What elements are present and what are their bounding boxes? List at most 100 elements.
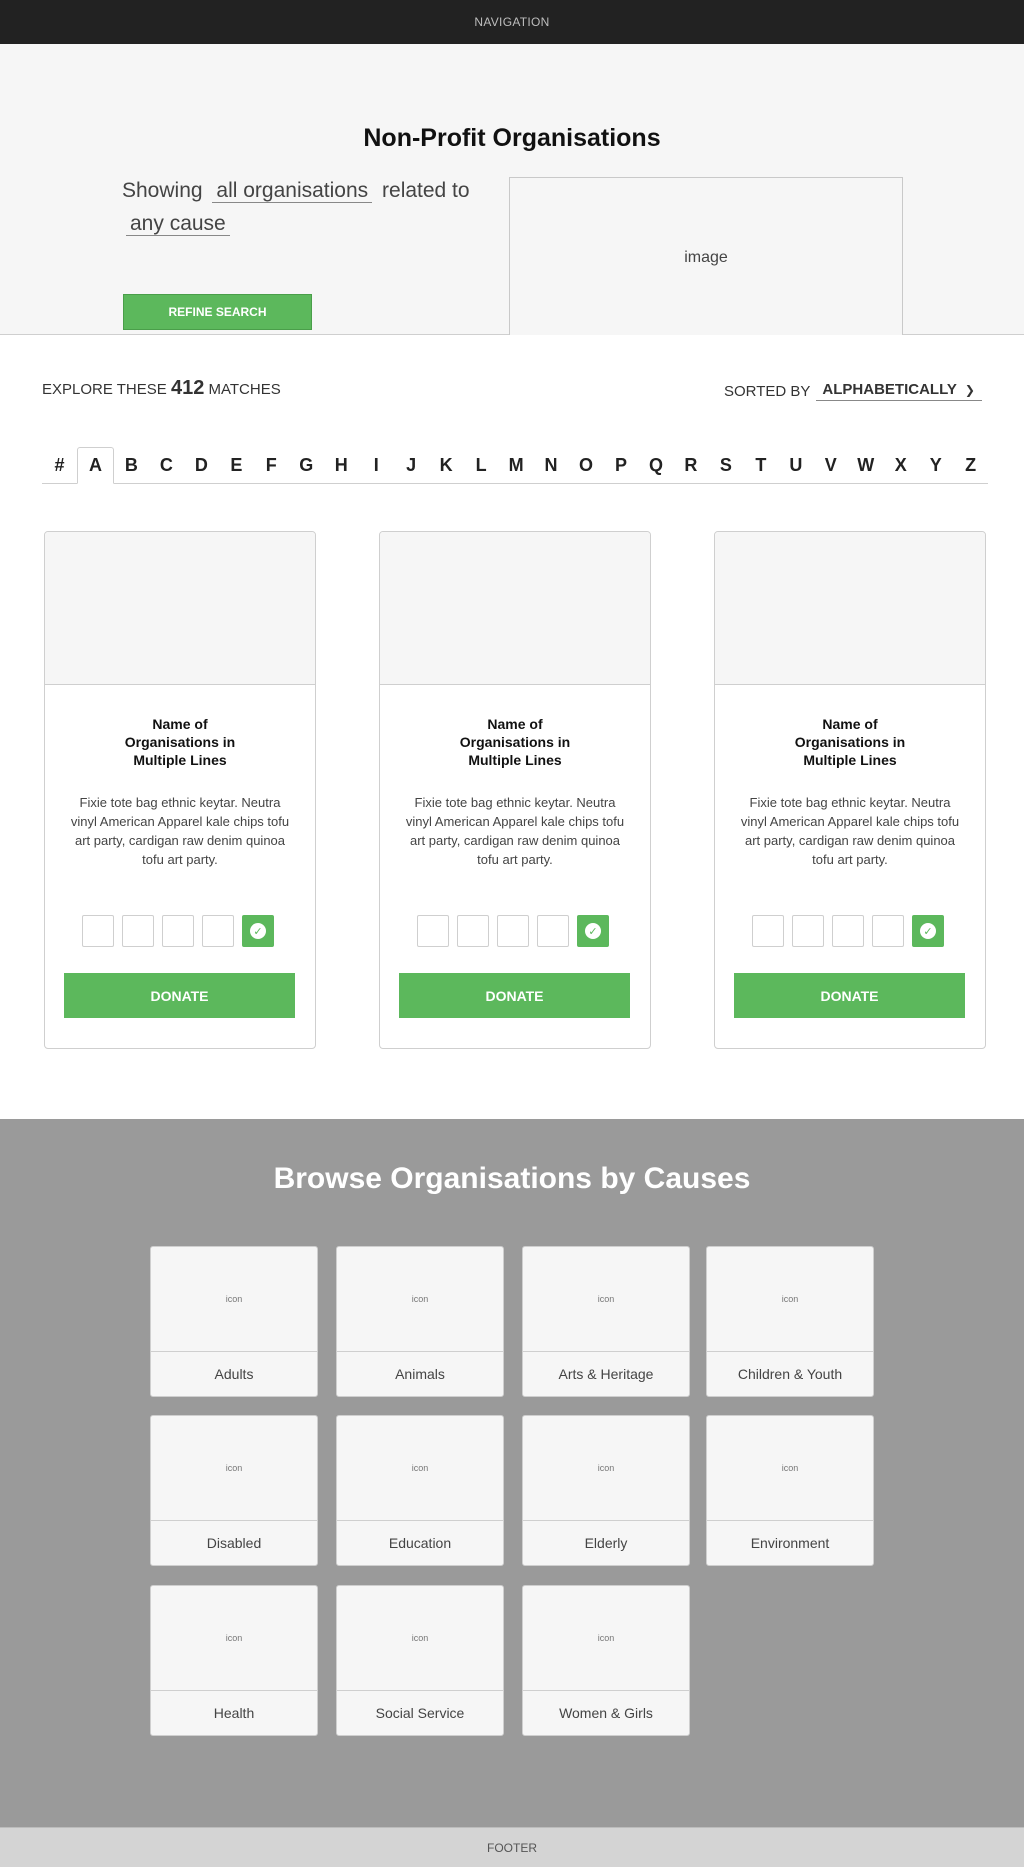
letter-tab[interactable]: U [778, 447, 813, 483]
letter-tab[interactable]: R [673, 447, 708, 483]
results-section: EXPLORE THESE 412 MATCHES SORTED BY ALPH… [0, 335, 1024, 1119]
donate-button[interactable]: DONATE [734, 973, 965, 1018]
checkbox[interactable] [752, 915, 784, 947]
checkbox[interactable] [832, 915, 864, 947]
letter-tab[interactable]: Y [918, 447, 953, 483]
match-count-number: 412 [170, 377, 205, 399]
option-checkboxes: ✓ [82, 915, 274, 947]
letter-tab[interactable]: I [359, 447, 394, 483]
cause-icon: icon [151, 1416, 317, 1521]
check-icon: ✓ [250, 923, 266, 939]
related-to-text: related to [382, 179, 470, 202]
cause-label: Animals [395, 1366, 445, 1382]
causes-section: Browse Organisations by Causes icon Adult… [0, 1119, 1024, 1827]
cause-tile[interactable]: icon Animals [336, 1246, 504, 1397]
letter-tab[interactable]: W [848, 447, 883, 483]
letter-tab[interactable]: V [813, 447, 848, 483]
cause-tile[interactable]: icon Adults [150, 1246, 318, 1397]
checkbox-checked[interactable]: ✓ [242, 915, 274, 947]
cause-tile[interactable]: icon Women & Girls [522, 1585, 690, 1736]
letter-tab[interactable]: B [114, 447, 149, 483]
donate-button[interactable]: DONATE [64, 973, 295, 1018]
explore-suffix: MATCHES [208, 381, 281, 398]
cause-icon: icon [151, 1247, 317, 1352]
organisation-name: Name of Organisations in Multiple Lines [794, 716, 906, 768]
checkbox[interactable] [417, 915, 449, 947]
match-count: EXPLORE THESE 412 MATCHES [42, 377, 281, 400]
cause-tile[interactable]: icon Arts & Heritage [522, 1246, 690, 1397]
checkbox[interactable] [122, 915, 154, 947]
navigation-label: NAVIGATION [474, 15, 550, 29]
letter-tab[interactable]: K [429, 447, 464, 483]
cause-tile[interactable]: icon Children & Youth [706, 1246, 874, 1397]
cause-tile[interactable]: icon Disabled [150, 1415, 318, 1566]
sort-select[interactable]: ALPHABETICALLY ❯ [816, 381, 983, 401]
cause-tile[interactable]: icon Education [336, 1415, 504, 1566]
cause-icon: icon [337, 1586, 503, 1691]
letter-tab[interactable]: H [324, 447, 359, 483]
alphabet-filter: # A B C D E F G H I J K L M N O P Q R S T U V W X Y Z [42, 447, 988, 484]
cause-tile[interactable]: icon Health [150, 1585, 318, 1736]
organisation-name: Name of Organisations in Multiple Lines [459, 716, 571, 768]
cause-label: Women & Girls [559, 1705, 653, 1721]
check-icon: ✓ [585, 923, 601, 939]
hero-section: Non-Profit Organisations Showing all org… [0, 44, 1024, 338]
cause-icon: icon [337, 1416, 503, 1521]
refine-search-button[interactable]: REFINE SEARCH [123, 294, 312, 330]
letter-tab[interactable]: # [42, 447, 77, 483]
checkbox[interactable] [792, 915, 824, 947]
cause-tile[interactable]: icon Elderly [522, 1415, 690, 1566]
page-title: Non-Profit Organisations [363, 124, 661, 152]
letter-tab[interactable]: N [534, 447, 569, 483]
letter-tab[interactable]: O [569, 447, 604, 483]
cause-label: Social Service [375, 1705, 465, 1721]
organisation-card[interactable]: Name of Organisations in Multiple Lines F… [44, 531, 316, 1049]
sorted-by-label: SORTED BY [724, 382, 811, 400]
checkbox[interactable] [457, 915, 489, 947]
checkbox[interactable] [162, 915, 194, 947]
checkbox[interactable] [82, 915, 114, 947]
cause-tile[interactable]: icon Environment [706, 1415, 874, 1566]
letter-tab[interactable]: X [883, 447, 918, 483]
organisation-filter[interactable]: all organisations [212, 179, 373, 203]
letter-tab[interactable]: F [254, 447, 289, 483]
letter-tab[interactable]: G [289, 447, 324, 483]
cause-filter[interactable]: any cause [126, 212, 230, 236]
checkbox-checked[interactable]: ✓ [912, 915, 944, 947]
sort-value: ALPHABETICALLY [822, 381, 957, 398]
sort-control: SORTED BY ALPHABETICALLY ❯ [724, 381, 983, 401]
checkbox[interactable] [497, 915, 529, 947]
letter-tab[interactable]: L [464, 447, 499, 483]
cause-tile[interactable]: icon Social Service [336, 1585, 504, 1736]
navigation-bar[interactable]: NAVIGATION [0, 0, 1024, 44]
cause-label: Health [213, 1705, 255, 1721]
organisation-description: Fixie tote bag ethnic keytar. Neutra vin… [740, 795, 960, 867]
organisation-description: Fixie tote bag ethnic keytar. Neutra vin… [70, 795, 290, 867]
letter-tab[interactable]: D [184, 447, 219, 483]
organisation-card[interactable]: Name of Organisations in Multiple Lines F… [379, 531, 651, 1049]
checkbox[interactable] [202, 915, 234, 947]
cause-icon: icon [707, 1416, 873, 1521]
footer-label: FOOTER [487, 1840, 537, 1855]
checkbox-checked[interactable]: ✓ [577, 915, 609, 947]
letter-tab[interactable]: Z [953, 447, 988, 483]
letter-tab[interactable]: T [743, 447, 778, 483]
cause-label: Disabled [206, 1535, 262, 1551]
letter-tab[interactable]: P [604, 447, 639, 483]
cause-icon: icon [523, 1247, 689, 1352]
chevron-down-icon: ❯ [964, 382, 975, 397]
donate-button[interactable]: DONATE [399, 973, 630, 1018]
letter-tab[interactable]: J [394, 447, 429, 483]
checkbox[interactable] [872, 915, 904, 947]
letter-tab[interactable]: E [219, 447, 254, 483]
checkbox[interactable] [537, 915, 569, 947]
letter-tab[interactable]: A [76, 447, 114, 484]
organisation-image [715, 532, 985, 685]
organisation-card[interactable]: Name of Organisations in Multiple Lines F… [714, 531, 986, 1049]
letter-tab[interactable]: M [499, 447, 534, 483]
cause-label: Environment [750, 1535, 830, 1551]
hero-image-placeholder: image [509, 177, 903, 338]
letter-tab[interactable]: Q [638, 447, 673, 483]
letter-tab[interactable]: C [149, 447, 184, 483]
letter-tab[interactable]: S [708, 447, 743, 483]
